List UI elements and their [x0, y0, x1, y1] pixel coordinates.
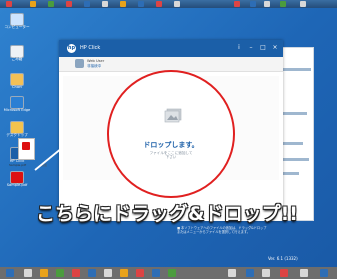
taskbar-icon[interactable] — [136, 269, 144, 277]
taskbar-icon[interactable] — [72, 269, 80, 277]
footer-note: ■ 本ソフトウェアへのファイルの追加は、ドラッグ&ドロップ またはメニューからフ… — [177, 226, 317, 234]
taskbar-icon[interactable] — [88, 269, 96, 277]
tray-icon[interactable] — [320, 269, 328, 277]
taskbar-icon[interactable] — [152, 269, 160, 277]
taskbar-icon[interactable] — [40, 269, 48, 277]
tray-icon[interactable] — [280, 269, 288, 277]
pointer-line — [34, 147, 63, 171]
pointer-arrow — [34, 147, 63, 171]
taskbar-icon[interactable] — [24, 269, 32, 277]
tray-icon[interactable] — [246, 269, 254, 277]
version-label: Ver. 6.1 (1332) — [268, 256, 298, 261]
taskbar-icon[interactable] — [168, 269, 176, 277]
note-line: またはメニューからファイルを選択して行えます。 — [177, 230, 250, 234]
taskbar — [0, 267, 337, 279]
taskbar-icon[interactable] — [104, 269, 112, 277]
tray-icon[interactable] — [228, 269, 236, 277]
taskbar-icon[interactable] — [56, 269, 64, 277]
taskbar-icon[interactable] — [120, 269, 128, 277]
tray-icon[interactable] — [300, 269, 308, 277]
drag-drop-caption: こちらにドラッグ&ドロップ!! — [36, 203, 298, 225]
start-icon[interactable] — [6, 269, 14, 277]
tray-icon[interactable] — [262, 269, 270, 277]
